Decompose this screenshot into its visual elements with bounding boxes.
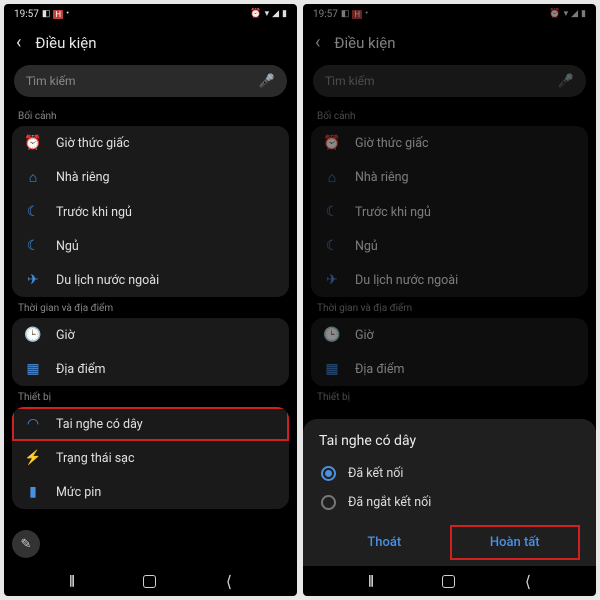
- status-time: 19:57: [313, 9, 338, 20]
- radio-connected[interactable]: Đã kết nối: [319, 459, 580, 488]
- search-input[interactable]: Tìm kiếm 🎤: [313, 65, 586, 97]
- row-before-sleep[interactable]: ☾Trước khi ngủ: [12, 195, 289, 229]
- grid-icon: ▦: [24, 361, 42, 377]
- status-icon: ◧: [42, 9, 51, 19]
- row-travel[interactable]: ✈Du lịch nước ngoài: [311, 263, 588, 297]
- plane-icon: ✈: [24, 272, 42, 288]
- header: ‹ Điều kiện: [4, 24, 297, 61]
- status-bar: 19:57 ◧ H • ⏰ ▾ ◢ ▮: [4, 4, 297, 24]
- clock-icon: 🕒: [323, 327, 341, 343]
- home-icon: ⌂: [323, 169, 341, 186]
- row-place[interactable]: ▦Địa điểm: [311, 352, 588, 386]
- row-time[interactable]: 🕒Giờ: [311, 318, 588, 352]
- section-device: Thiết bị: [303, 386, 596, 407]
- sheet-title: Tai nghe có dây: [319, 433, 580, 449]
- status-bar: 19:57 ◧ H • ⏰ ▾ ◢ ▮: [303, 4, 596, 24]
- nav-back[interactable]: [226, 572, 232, 591]
- wifi-icon: ▾: [564, 9, 569, 19]
- row-travel[interactable]: ✈Du lịch nước ngoài: [12, 263, 289, 297]
- row-wakeup[interactable]: ⏰Giờ thức giấc: [311, 126, 588, 160]
- status-dot: •: [365, 9, 368, 19]
- status-dot: •: [66, 9, 69, 19]
- alarm-icon: ⏰: [549, 9, 560, 19]
- group-device: ◠Tai nghe có dây ⚡Trạng thái sạc ▮Mức pi…: [12, 407, 289, 509]
- row-wakeup[interactable]: ⏰Giờ thức giấc: [12, 126, 289, 160]
- bottom-sheet: Tai nghe có dây Đã kết nối Đã ngắt kết n…: [303, 419, 596, 566]
- row-sleep[interactable]: ☾Ngủ: [311, 229, 588, 263]
- alarm-icon: ⏰: [323, 135, 341, 151]
- cancel-button[interactable]: Thoát: [319, 525, 450, 560]
- nav-recent[interactable]: |||: [69, 573, 73, 589]
- section-context: Bối cảnh: [303, 105, 596, 126]
- page-title: Điều kiện: [334, 34, 395, 52]
- pencil-icon: ✎: [21, 537, 32, 552]
- back-button[interactable]: ‹: [16, 32, 21, 53]
- radio-selected-icon: [321, 466, 336, 481]
- group-context: ⏰Giờ thức giấc ⌂Nhà riêng ☾Trước khi ngủ…: [311, 126, 588, 297]
- row-place[interactable]: ▦Địa điểm: [12, 352, 289, 386]
- group-timeplace: 🕒Giờ ▦Địa điểm: [12, 318, 289, 386]
- group-timeplace: 🕒Giờ ▦Địa điểm: [311, 318, 588, 386]
- mic-icon[interactable]: 🎤: [259, 74, 275, 89]
- clock-icon: 🕒: [24, 327, 42, 343]
- header: ‹ Điều kiện: [303, 24, 596, 61]
- moon-icon: ☾: [24, 238, 42, 254]
- search-input[interactable]: Tìm kiếm 🎤: [14, 65, 287, 97]
- status-badge: H: [352, 10, 362, 19]
- plane-icon: ✈: [323, 272, 341, 288]
- search-placeholder: Tìm kiếm: [325, 74, 375, 88]
- mic-icon[interactable]: 🎤: [558, 74, 574, 89]
- moon-icon: ☾: [323, 238, 341, 254]
- nav-bar: |||: [303, 566, 596, 596]
- row-time[interactable]: 🕒Giờ: [12, 318, 289, 352]
- status-time: 19:57: [14, 9, 39, 20]
- nav-recent[interactable]: |||: [368, 573, 372, 589]
- search-placeholder: Tìm kiếm: [26, 74, 76, 88]
- nav-bar: |||: [4, 566, 297, 596]
- section-timeplace: Thời gian và địa điểm: [303, 297, 596, 318]
- content: Bối cảnh ⏰Giờ thức giấc ⌂Nhà riêng ☾Trướ…: [4, 105, 297, 566]
- battery-icon: ▮: [282, 9, 287, 19]
- right-screen: 19:57 ◧ H • ⏰ ▾ ◢ ▮ ‹ Điều kiện Tìm kiếm…: [303, 4, 596, 596]
- signal-icon: ◢: [571, 9, 578, 19]
- wifi-icon: ▾: [265, 9, 270, 19]
- row-home[interactable]: ⌂Nhà riêng: [311, 160, 588, 195]
- grid-icon: ▦: [323, 361, 341, 377]
- moon-icon: ☾: [24, 204, 42, 220]
- sheet-buttons: Thoát Hoàn tất: [319, 525, 580, 560]
- nav-home[interactable]: [442, 575, 455, 588]
- radio-unselected-icon: [321, 495, 336, 510]
- row-sleep[interactable]: ☾Ngủ: [12, 229, 289, 263]
- row-charging[interactable]: ⚡Trạng thái sạc: [12, 441, 289, 475]
- radio-disconnected[interactable]: Đã ngắt kết nối: [319, 488, 580, 517]
- group-context: ⏰Giờ thức giấc ⌂Nhà riêng ☾Trước khi ngủ…: [12, 126, 289, 297]
- bolt-icon: ⚡: [24, 450, 42, 466]
- home-icon: ⌂: [24, 169, 42, 186]
- status-badge: H: [53, 10, 63, 19]
- page-title: Điều kiện: [35, 34, 96, 52]
- moon-icon: ☾: [323, 204, 341, 220]
- nav-home[interactable]: [143, 575, 156, 588]
- row-before-sleep[interactable]: ☾Trước khi ngủ: [311, 195, 588, 229]
- section-context: Bối cảnh: [4, 105, 297, 126]
- section-device: Thiết bị: [4, 386, 297, 407]
- done-button[interactable]: Hoàn tất: [450, 525, 581, 560]
- signal-icon: ◢: [272, 9, 279, 19]
- edit-fab[interactable]: ✎: [12, 530, 40, 558]
- battery-icon: ▮: [24, 484, 42, 500]
- row-wired-headset[interactable]: ◠Tai nghe có dây: [12, 407, 289, 441]
- section-timeplace: Thời gian và địa điểm: [4, 297, 297, 318]
- back-button[interactable]: ‹: [315, 32, 320, 53]
- headphones-icon: ◠: [24, 416, 42, 432]
- nav-back[interactable]: [525, 572, 531, 591]
- row-battery[interactable]: ▮Mức pin: [12, 475, 289, 509]
- alarm-icon: ⏰: [24, 135, 42, 151]
- battery-icon: ▮: [581, 9, 586, 19]
- status-icon: ◧: [341, 9, 350, 19]
- left-screen: 19:57 ◧ H • ⏰ ▾ ◢ ▮ ‹ Điều kiện Tìm kiếm…: [4, 4, 297, 596]
- row-home[interactable]: ⌂Nhà riêng: [12, 160, 289, 195]
- alarm-icon: ⏰: [250, 9, 261, 19]
